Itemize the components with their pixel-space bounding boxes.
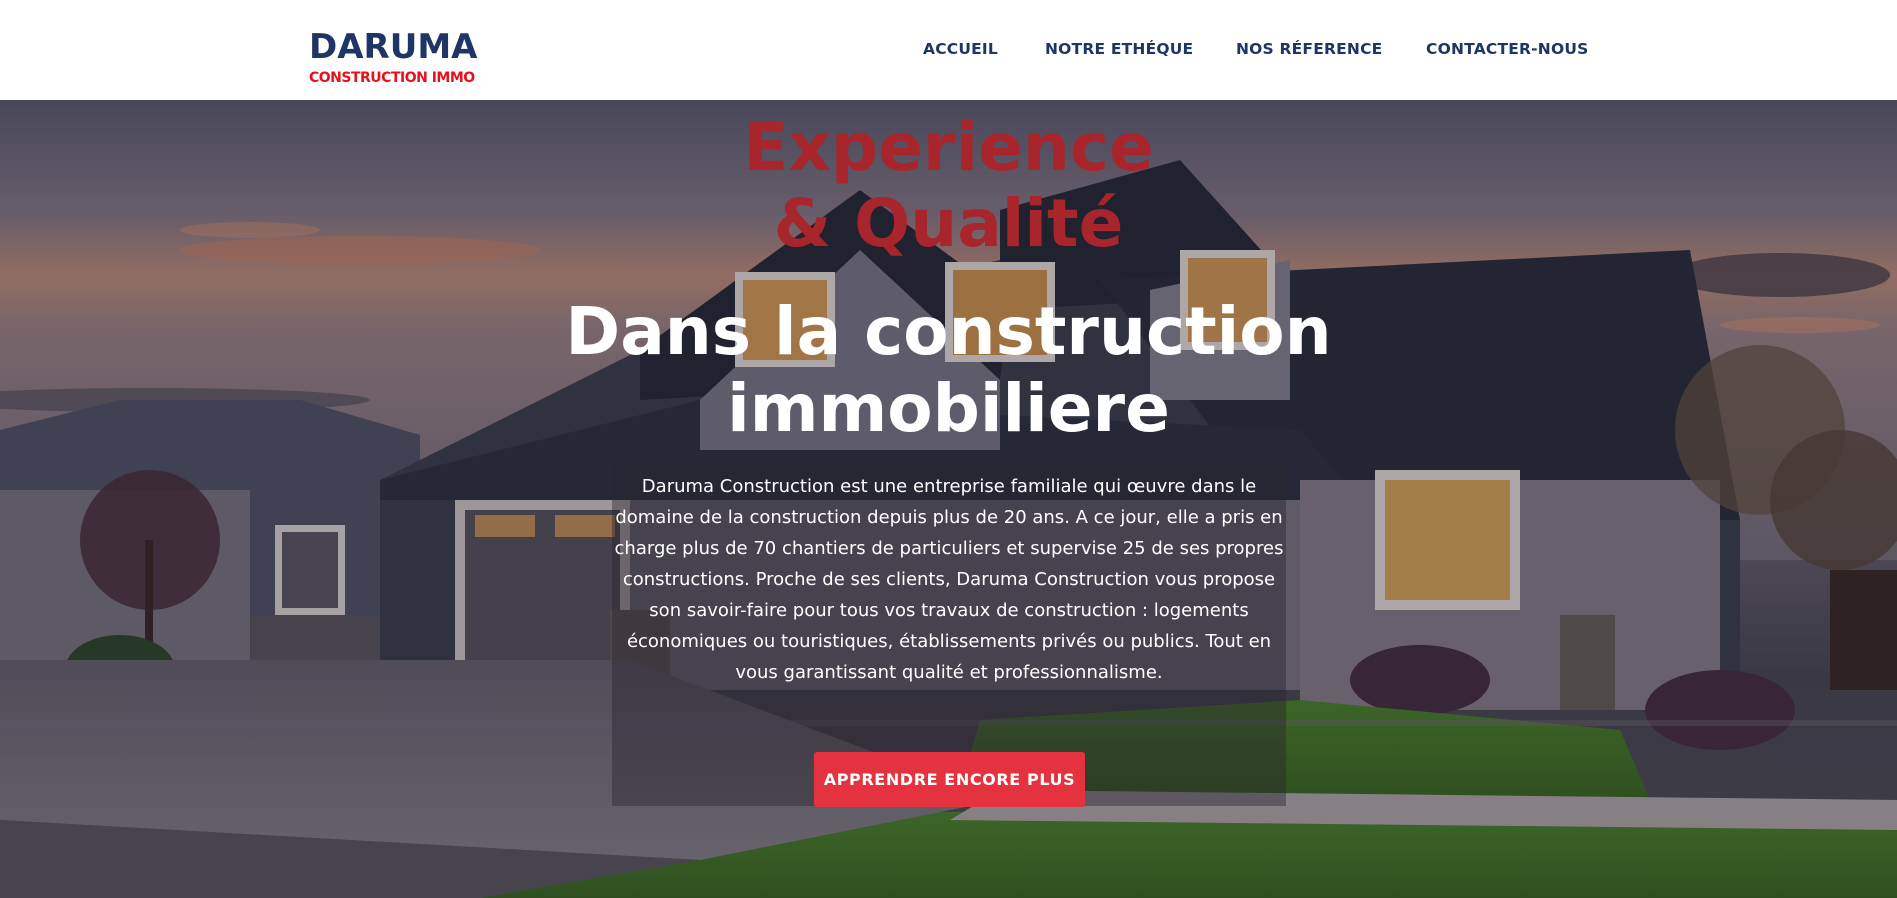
headline-experience: Experience (743, 109, 1154, 186)
hero-description: Daruma Construction est une entreprise f… (614, 476, 1284, 683)
nav-item-notre-etheque[interactable]: NOTRE ETHÉQUE (1045, 40, 1193, 58)
hero-section: Experience & Qualité Dans la constructio… (0, 100, 1897, 898)
nav-item-accueil[interactable]: ACCUEIL (923, 40, 998, 58)
headline-immobiliere: immobiliere (727, 370, 1170, 447)
headline-qualite: & Qualité (773, 185, 1124, 262)
nav-item-contacter-nous[interactable]: CONTACTER-NOUS (1426, 40, 1589, 58)
learn-more-button[interactable]: APPRENDRE ENCORE PLUS (814, 752, 1085, 807)
page: DARUMA CONSTRUCTION IMMO ACCUEIL NOTRE E… (0, 0, 1897, 898)
site-header: DARUMA CONSTRUCTION IMMO ACCUEIL NOTRE E… (0, 0, 1897, 100)
main-nav: ACCUEIL NOTRE ETHÉQUE NOS RÉFERENCE CONT… (0, 40, 1897, 62)
logo-tagline: CONSTRUCTION IMMO (309, 70, 475, 86)
nav-item-nos-reference[interactable]: NOS RÉFERENCE (1236, 40, 1382, 58)
headline-dans-la-construction: Dans la construction (565, 293, 1332, 370)
